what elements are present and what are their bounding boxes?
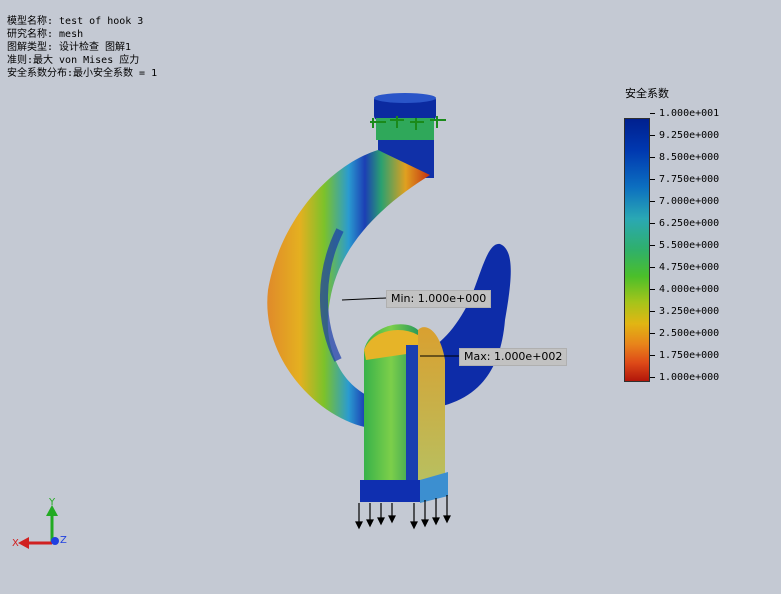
- legend-tick-label: 6.250e+000: [650, 218, 719, 230]
- legend-tick-label: 9.250e+000: [650, 130, 719, 142]
- legend-tick-label: 2.500e+000: [650, 328, 719, 340]
- triad-z-label: Z: [60, 535, 67, 546]
- legend-tick-label: 1.000e+000: [650, 372, 719, 384]
- legend-tick-label: 8.500e+000: [650, 152, 719, 164]
- legend-tick-label: 4.750e+000: [650, 262, 719, 274]
- legend-tick-label: 3.250e+000: [650, 306, 719, 318]
- legend-tick-label: 4.000e+000: [650, 284, 719, 296]
- legend-tick-label: 1.750e+000: [650, 350, 719, 362]
- min-leader-line: [341, 297, 387, 301]
- legend-title: 安全系数: [625, 87, 669, 100]
- orientation-triad[interactable]: Y X Z: [12, 497, 67, 549]
- legend-tick-label: 7.000e+000: [650, 196, 719, 208]
- triad-y-label: Y: [48, 497, 56, 508]
- max-callout[interactable]: Max: 1.000e+002: [459, 348, 568, 366]
- load-block: [360, 324, 448, 503]
- legend-tick-label: 1.000e+001: [650, 108, 719, 120]
- legend-tick-label: 5.500e+000: [650, 240, 719, 252]
- legend-tick-label: 7.750e+000: [650, 174, 719, 186]
- legend-color-bar: [624, 118, 650, 382]
- triad-x-label: X: [12, 538, 19, 549]
- min-callout[interactable]: Min: 1.000e+000: [386, 290, 492, 308]
